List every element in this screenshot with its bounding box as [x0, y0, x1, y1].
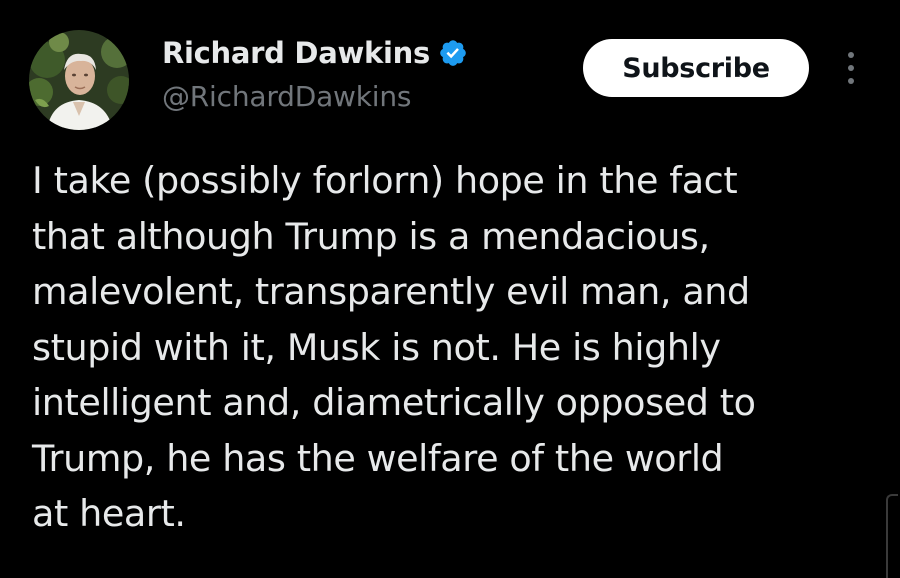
author-display-name[interactable]: Richard Dawkins: [162, 36, 430, 70]
verified-badge-icon: [440, 40, 466, 66]
avatar[interactable]: [29, 30, 129, 130]
author-name-row: Richard Dawkins: [162, 33, 468, 73]
author-handle[interactable]: @RichardDawkins: [162, 80, 411, 113]
more-vertical-icon[interactable]: [838, 48, 866, 88]
avatar-photo: [29, 30, 129, 130]
tweet-card: Richard Dawkins @RichardDawkins Subscrib…: [0, 0, 900, 578]
tweet-text: I take (possibly forlorn) hope in the fa…: [32, 159, 756, 535]
adjacent-card-edge: [886, 494, 898, 578]
subscribe-button[interactable]: Subscribe: [583, 39, 809, 97]
